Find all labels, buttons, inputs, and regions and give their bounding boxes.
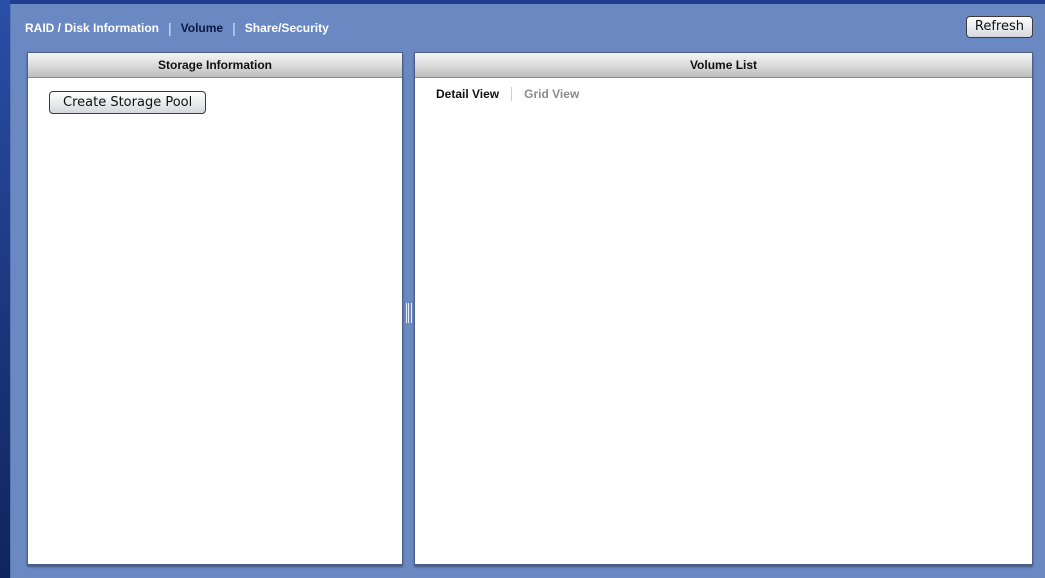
desktop-background (0, 0, 10, 578)
refresh-button[interactable]: Refresh (965, 16, 1033, 38)
storage-information-header: Storage Information (28, 53, 402, 78)
volume-list-header: Volume List (415, 53, 1032, 78)
storage-manager-window: RAID / Disk Information | Volume | Share… (10, 4, 1045, 578)
tab-share-security[interactable]: Share/Security (245, 21, 329, 35)
tab-raid-disk-information[interactable]: RAID / Disk Information (25, 21, 159, 35)
view-mode-tabs: Detail View Grid View (436, 87, 579, 101)
tab-grid-view[interactable]: Grid View (524, 87, 579, 101)
panel-splitter-handle[interactable] (404, 301, 413, 325)
tab-detail-view[interactable]: Detail View (436, 87, 499, 101)
tab-volume[interactable]: Volume (181, 21, 223, 35)
nav-separator: | (232, 20, 236, 36)
top-navigation: RAID / Disk Information | Volume | Share… (25, 18, 329, 38)
nav-separator: | (168, 20, 172, 36)
view-separator (511, 87, 513, 101)
volume-list-panel: Volume List Detail View Grid View (414, 52, 1033, 565)
create-storage-pool-button[interactable]: Create Storage Pool (49, 91, 207, 114)
storage-information-panel: Storage Information Create Storage Pool (27, 52, 403, 565)
grip-icon (405, 303, 412, 323)
